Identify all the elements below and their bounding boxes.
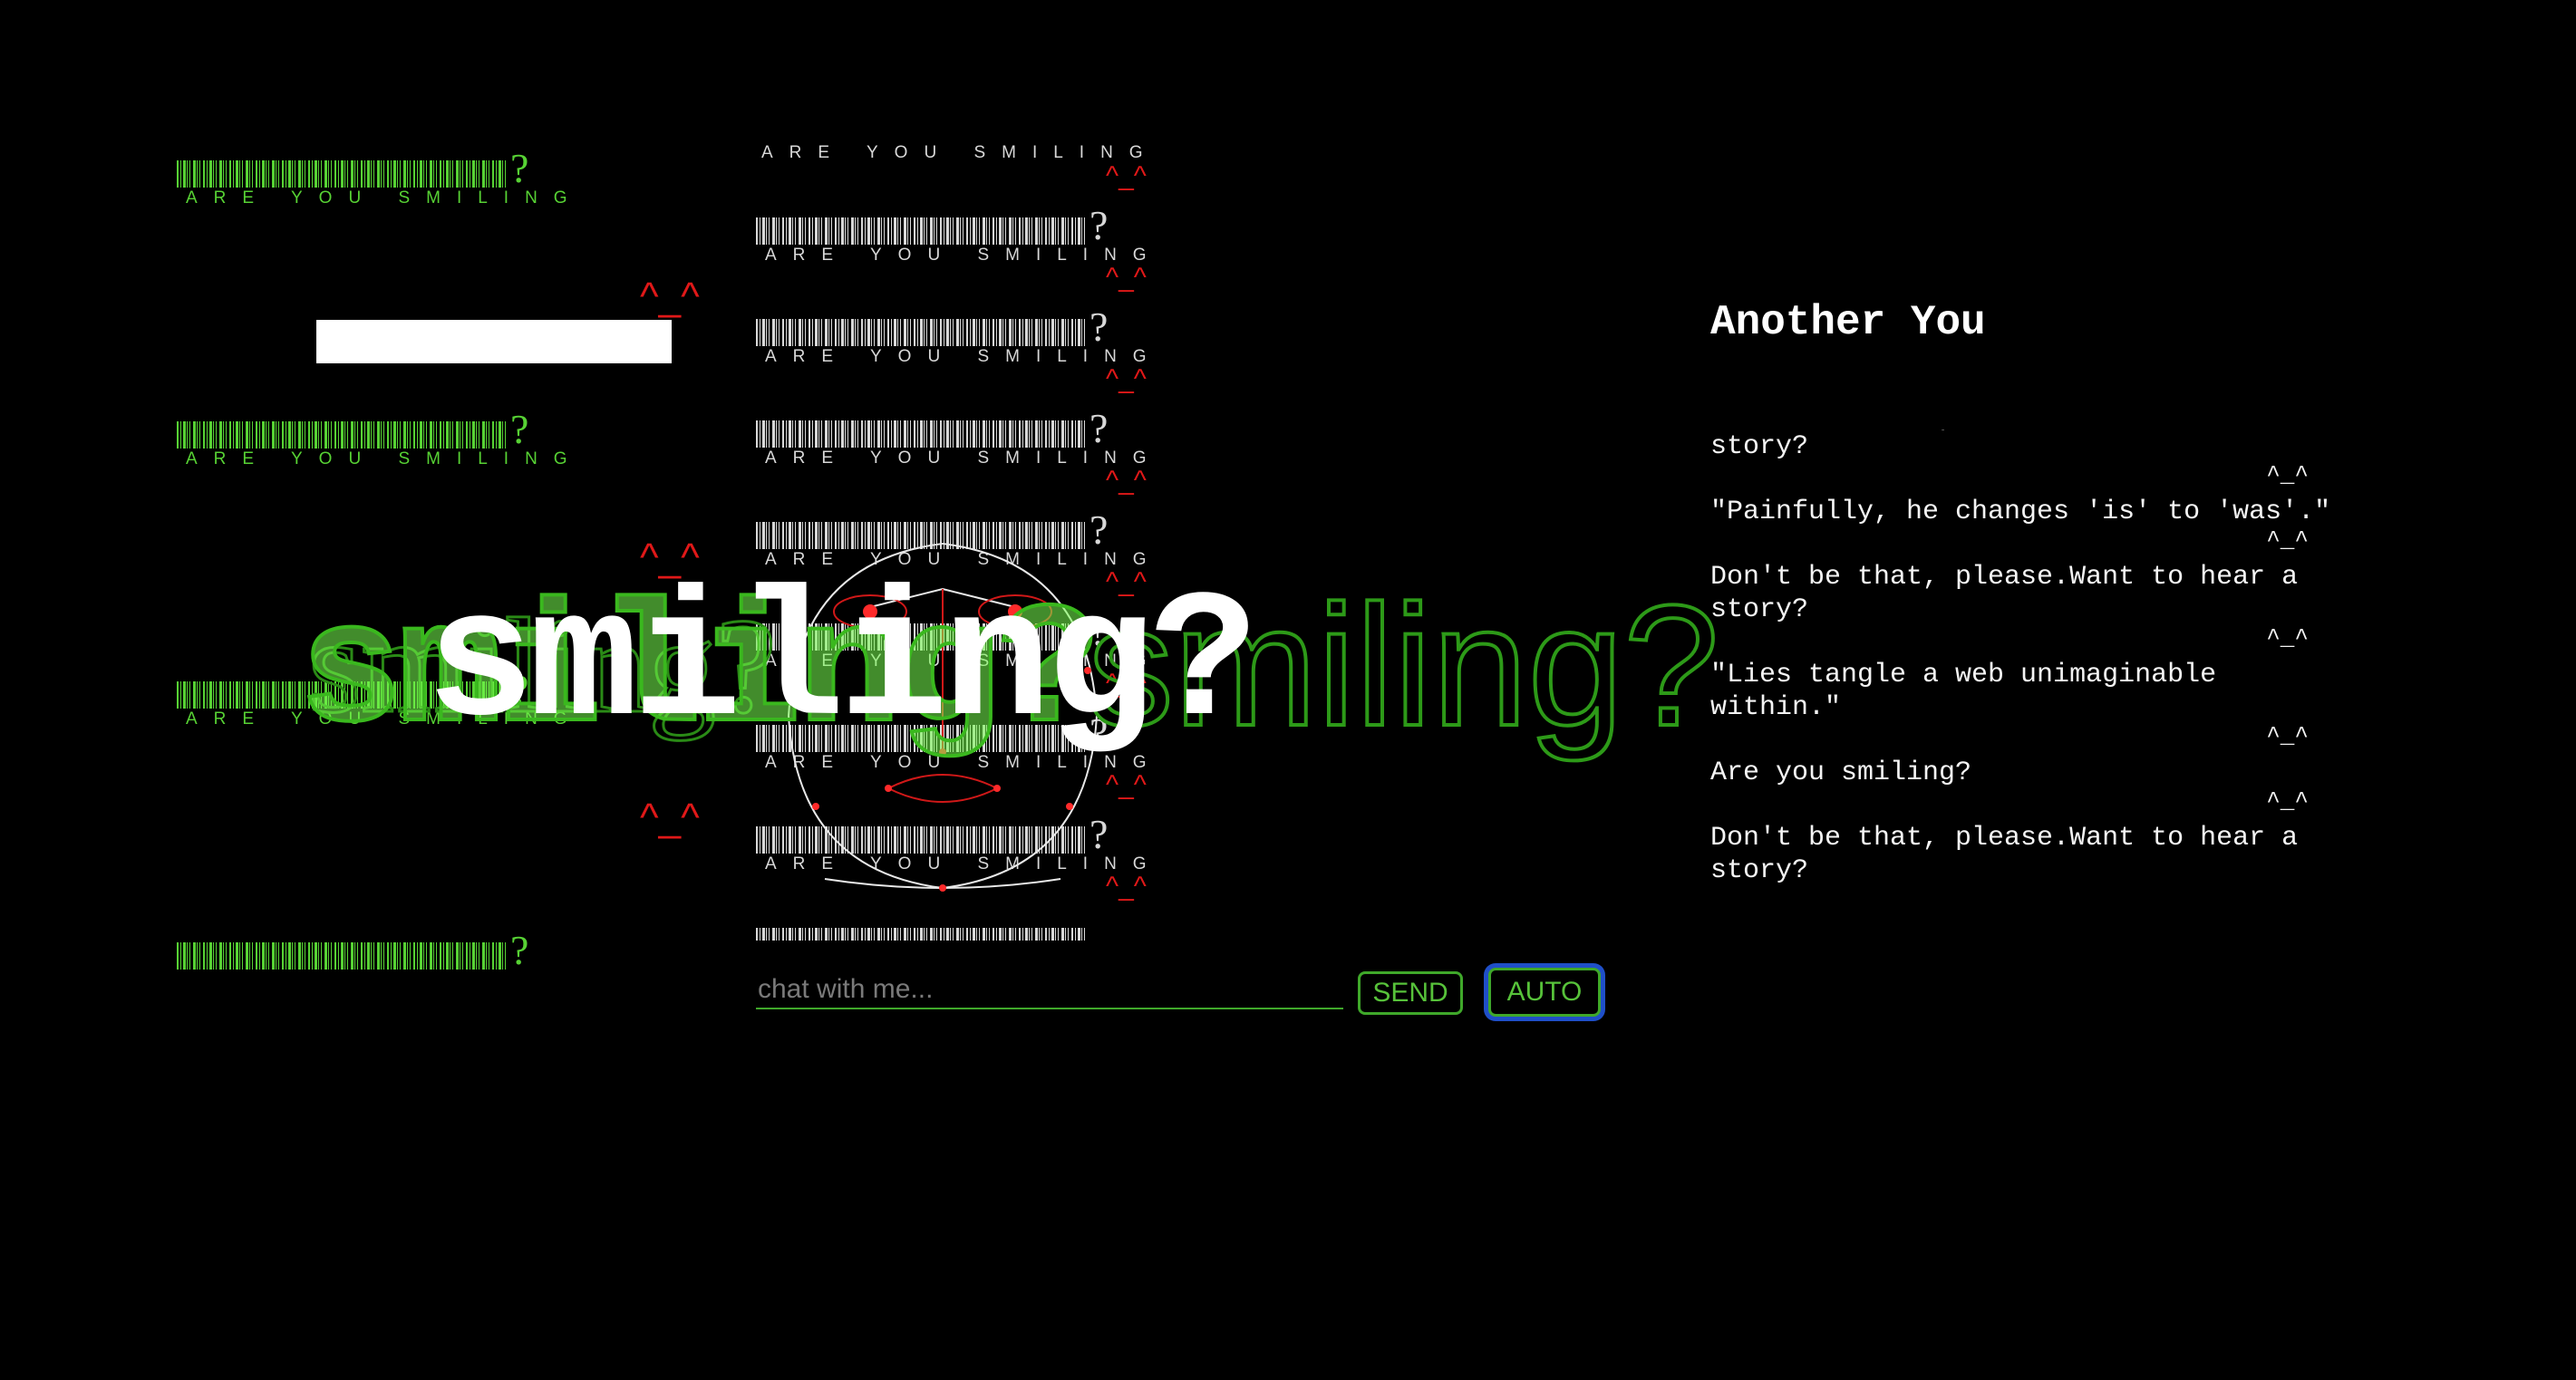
chat-input[interactable] (756, 971, 1343, 1009)
chat-message: Don't be that, please.Want to hear a sto… (1710, 562, 2299, 625)
chat-message: "Painfully, he changes 'is' to 'was'." (1710, 497, 2331, 527)
auto-button[interactable]: AUTO (1488, 968, 1601, 1017)
barcode-green-1: ? ARE YOU SMILING (177, 148, 584, 207)
barcode-caption: ARE YOU SMILING (765, 246, 1163, 265)
kaomoji-red: ^_^ (1106, 161, 1147, 191)
overlay-word-white: smiling? (426, 563, 1258, 768)
panel-title: Another You (1710, 299, 1986, 346)
barcode-caption: ARE YOU SMILING (765, 347, 1163, 366)
white-block (316, 320, 672, 363)
barcode-bars (177, 421, 508, 449)
barcode-caption: ARE YOU SMILING (186, 449, 584, 468)
caption-top: ARE YOU SMILING (761, 143, 1159, 162)
kaomoji-red: ^_^ (640, 796, 700, 840)
barcode-question: ? (510, 406, 529, 452)
barcode-green-4: ? (177, 930, 528, 971)
kaomoji-red: ^_^ (640, 275, 700, 319)
kaomoji-red: ^_^ (1106, 263, 1147, 293)
chat-message: story? (1710, 431, 1809, 462)
chat-log[interactable]: · - story?^_^"Painfully, he changes 'is'… (1710, 421, 2363, 887)
chat-message: "Lies tangle a web unimaginable within." (1710, 660, 2217, 723)
barcode-question: ? (510, 145, 529, 191)
chat-reply: ^_^ (2266, 461, 2309, 488)
barcode-green-2: ? ARE YOU SMILING (177, 409, 584, 468)
barcode-bars (756, 319, 1088, 346)
chat-message: Are you smiling? (1710, 758, 1972, 788)
chat-reply: ^_^ (2266, 624, 2309, 651)
chat-panel: Another You · - story?^_^"Painfully, he … (1710, 299, 2363, 886)
barcode-white-3: ? ARE YOU SMILING (756, 408, 1163, 468)
chat-reply: ^_^ (2266, 722, 2309, 749)
barcode-white-1: ? ARE YOU SMILING (756, 205, 1163, 265)
barcode-white-2: ? ARE YOU SMILING (756, 306, 1163, 366)
art-canvas: ? ARE YOU SMILING ? ARE YOU SMILING ? AR… (0, 0, 2576, 1380)
barcode-question: ? (510, 927, 529, 973)
barcode-caption: ARE YOU SMILING (765, 449, 1163, 468)
barcode-question: ? (1089, 202, 1109, 248)
barcode-bars (756, 420, 1088, 448)
barcode-white-8 (756, 928, 1088, 941)
clipped-line: · - (1937, 421, 2363, 430)
kaomoji-red: ^_^ (1106, 466, 1147, 496)
barcode-caption: ARE YOU SMILING (186, 188, 584, 207)
barcode-bars (177, 942, 508, 970)
kaomoji-red: ^_^ (1106, 364, 1147, 394)
send-button[interactable]: SEND (1358, 971, 1463, 1015)
chat-reply: ^_^ (2266, 787, 2309, 815)
barcode-bars (756, 928, 1088, 941)
chat-message: Don't be that, please.Want to hear a sto… (1710, 823, 2299, 886)
barcode-question: ? (1089, 304, 1109, 350)
barcode-bars (177, 160, 508, 188)
barcode-question: ? (1089, 405, 1109, 451)
chat-reply: ^_^ (2266, 526, 2309, 554)
barcode-bars (756, 217, 1088, 245)
